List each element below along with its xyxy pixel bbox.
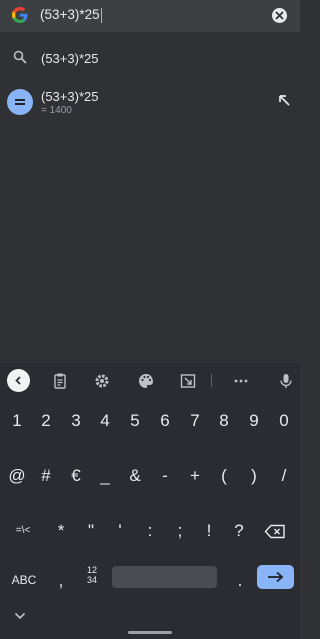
resize-icon[interactable] [179, 372, 197, 390]
suggestion-calculator[interactable]: (53+3)*25 = 1400 [0, 82, 300, 122]
key-minus[interactable]: - [150, 466, 180, 486]
key-7[interactable]: 7 [180, 411, 210, 431]
search-bar[interactable]: (53+3)*25 [0, 0, 300, 32]
key-more-symbols[interactable]: =\< [6, 525, 40, 536]
key-asterisk[interactable]: * [46, 521, 76, 541]
numpad-bottom-label: 34 [86, 575, 97, 585]
key-6[interactable]: 6 [150, 411, 180, 431]
key-4[interactable]: 4 [90, 411, 120, 431]
key-underscore[interactable]: _ [90, 466, 120, 486]
enter-button[interactable] [257, 565, 294, 589]
key-exclamation[interactable]: ! [194, 521, 224, 541]
key-double-quote[interactable]: " [76, 521, 106, 541]
key-open-paren[interactable]: ( [209, 466, 239, 486]
key-semicolon[interactable]: ; [165, 521, 195, 541]
space-bar[interactable] [112, 566, 217, 588]
search-input[interactable]: (53+3)*25 [40, 7, 103, 23]
key-hash[interactable]: # [31, 466, 61, 486]
key-colon[interactable]: : [135, 521, 165, 541]
arrow-right-icon [268, 571, 284, 583]
keyboard: 1 2 3 4 5 6 7 8 9 0 @ # € _ & - + ( ) / … [0, 363, 300, 639]
fill-query-arrow-icon[interactable] [278, 94, 290, 106]
chevron-down-icon[interactable] [14, 612, 26, 620]
key-2[interactable]: 2 [31, 411, 61, 431]
key-plus[interactable]: + [180, 466, 210, 486]
key-9[interactable]: 9 [239, 411, 269, 431]
calculator-icon [7, 89, 33, 115]
mic-icon[interactable] [277, 372, 295, 390]
numpad-key[interactable]: 12 34 [80, 565, 104, 585]
search-icon [13, 50, 27, 64]
more-icon[interactable] [232, 372, 250, 390]
text-cursor [100, 7, 103, 23]
key-comma[interactable]: , [46, 571, 76, 591]
abc-key[interactable]: ABC [4, 573, 44, 587]
key-0[interactable]: 0 [269, 411, 299, 431]
key-euro[interactable]: € [61, 466, 91, 486]
gear-icon[interactable] [93, 372, 111, 390]
key-3[interactable]: 3 [61, 411, 91, 431]
key-question[interactable]: ? [224, 521, 254, 541]
key-5[interactable]: 5 [120, 411, 150, 431]
key-ampersand[interactable]: & [120, 466, 150, 486]
key-1[interactable]: 1 [2, 411, 32, 431]
key-8[interactable]: 8 [209, 411, 239, 431]
close-icon [275, 11, 284, 20]
suggestion-text: (53+3)*25 [41, 51, 99, 66]
key-at[interactable]: @ [2, 466, 32, 486]
clipboard-icon[interactable] [51, 372, 69, 390]
key-period[interactable]: . [225, 571, 255, 591]
key-close-paren[interactable]: ) [239, 466, 269, 486]
key-slash[interactable]: / [269, 466, 299, 486]
toolbar-divider [211, 374, 212, 387]
calculation-result: = 1400 [41, 105, 72, 116]
back-icon[interactable] [7, 369, 30, 392]
suggestion-search[interactable]: (53+3)*25 [0, 42, 300, 74]
clear-button[interactable] [272, 8, 287, 23]
palette-icon[interactable] [137, 372, 155, 390]
numpad-top-label: 12 [86, 565, 97, 575]
google-logo-icon [12, 7, 28, 23]
suggestion-text: (53+3)*25 [41, 89, 99, 104]
keyboard-toolbar [0, 363, 300, 399]
backspace-icon[interactable] [264, 524, 286, 539]
key-single-quote[interactable]: ' [105, 521, 135, 541]
navigation-handle[interactable] [128, 631, 172, 634]
